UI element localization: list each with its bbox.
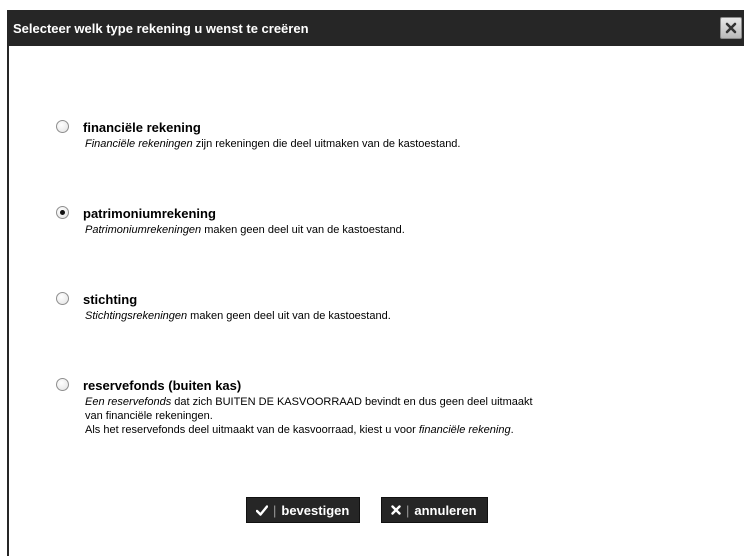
account-type-dialog: Selecteer welk type rekening u wenst te … (7, 10, 744, 556)
description-emphasis: Een reservefonds (85, 396, 172, 408)
description-text: . (510, 424, 514, 436)
button-separator: | (406, 502, 410, 518)
description-line: Een reservefonds dat zich BUITEN DE KASV… (85, 395, 645, 409)
radio-foundation[interactable] (56, 292, 69, 305)
radio-patrimonium-account[interactable] (56, 206, 69, 219)
description-text: zijn rekeningen die deel uitmaken van de… (192, 138, 461, 150)
description-emphasis: financiële rekening (418, 424, 511, 436)
description-emphasis: Stichtingsrekeningen (85, 310, 188, 322)
description-line: Als het reservefonds deel uitmaakt van d… (85, 423, 645, 437)
close-button[interactable] (720, 17, 742, 39)
radio-financial-account[interactable] (56, 120, 69, 133)
description-text: maken geen deel uit van de kastoestand. (187, 310, 391, 322)
description-text: Als het reservefonds deel uitmaakt van d… (85, 424, 419, 436)
confirm-button[interactable]: | bevestigen (246, 497, 361, 523)
dialog-title: Selecteer welk type rekening u wenst te … (13, 21, 309, 36)
dialog-titlebar: Selecteer welk type rekening u wenst te … (9, 10, 744, 46)
option-label: stichting (83, 292, 138, 307)
confirm-label: bevestigen (281, 502, 350, 518)
option-description: Stichtingsrekeningen maken geen deel uit… (85, 309, 645, 323)
description-text: dat zich BUITEN DE KASVOORRAAD bevindt e… (171, 396, 533, 408)
description-text: maken geen deel uit van de kastoestand. (201, 224, 405, 236)
radio-reserve-fund[interactable] (56, 378, 69, 391)
description-emphasis: Financiële rekeningen (85, 138, 193, 150)
description-line: van financiële rekeningen. (85, 410, 213, 422)
option-description: Financiële rekeningen zijn rekeningen di… (85, 137, 645, 151)
option-description: Patrimoniumrekeningen maken geen deel ui… (85, 223, 645, 237)
checkmark-icon (256, 504, 268, 516)
option-label: reservefonds (buiten kas) (83, 378, 242, 393)
cancel-label: annuleren (414, 502, 477, 518)
x-icon (391, 505, 401, 515)
description-emphasis: Patrimoniumrekeningen (85, 224, 202, 236)
option-label: financiële rekening (83, 120, 201, 135)
option-description: Een reservefonds dat zich BUITEN DE KASV… (85, 395, 645, 437)
cancel-button[interactable]: | annuleren (381, 497, 488, 523)
option-label: patrimoniumrekening (83, 206, 216, 221)
button-separator: | (273, 502, 277, 518)
close-icon (725, 22, 737, 34)
